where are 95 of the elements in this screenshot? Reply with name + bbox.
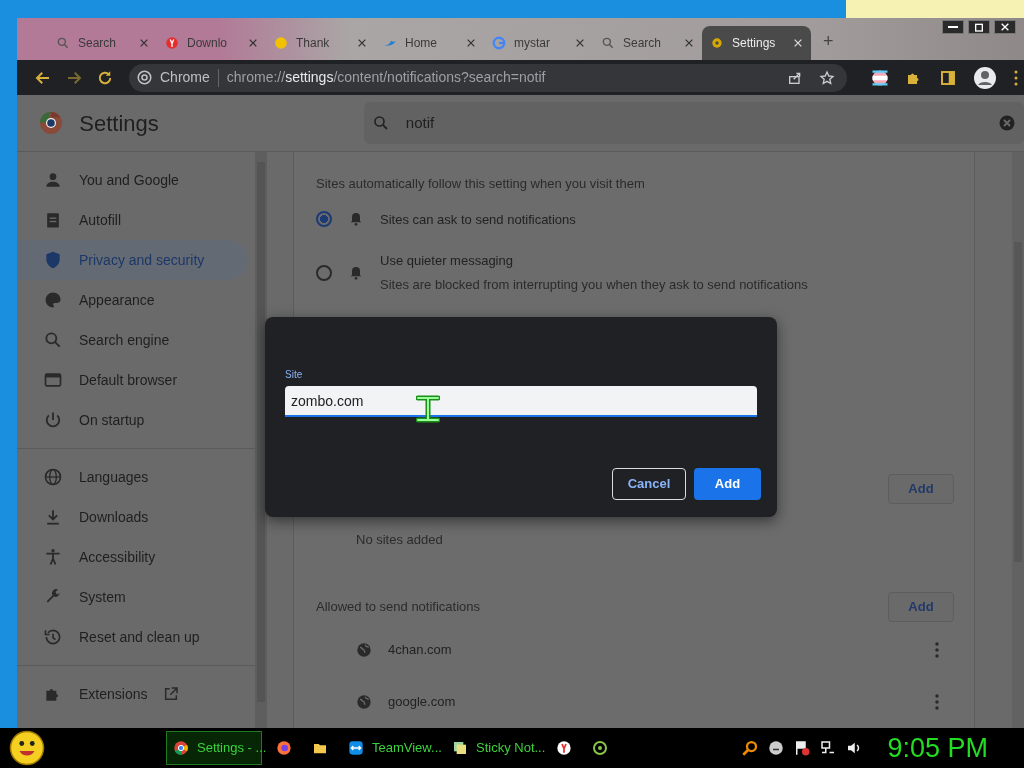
globe-icon xyxy=(356,641,372,658)
profile-icon[interactable] xyxy=(973,65,997,90)
accessibility-icon xyxy=(43,547,63,567)
more-actions-button[interactable] xyxy=(934,640,940,659)
sidebar-item[interactable]: You and Google xyxy=(17,160,248,200)
field-label: Site xyxy=(285,368,304,382)
flag-icon[interactable] xyxy=(871,68,889,87)
search-field[interactable]: notif xyxy=(363,102,1024,144)
clear-icon[interactable] xyxy=(998,114,1016,132)
site-input-field[interactable]: zombo.com xyxy=(285,386,757,417)
close-icon[interactable] xyxy=(248,38,258,48)
search-icon xyxy=(43,330,63,350)
close-icon[interactable] xyxy=(466,38,476,48)
section-description: Sites automatically follow this setting when you visit them xyxy=(316,175,646,193)
add-button[interactable]: Add xyxy=(694,468,761,500)
option-description: Sites are blocked from interrupting you when they ask to send notifications xyxy=(380,275,808,294)
yandex-icon xyxy=(165,36,179,50)
sidebar-item[interactable]: Search engine xyxy=(17,320,248,360)
person-icon xyxy=(43,170,63,190)
sidebar-item[interactable]: Privacy and security xyxy=(17,240,248,280)
option-label: Use quieter messaging xyxy=(380,252,514,270)
browser-tab[interactable]: Home xyxy=(375,26,484,60)
menu-icon[interactable] xyxy=(1013,68,1019,87)
google-icon xyxy=(492,36,506,50)
sidebar-item[interactable]: Languages xyxy=(17,457,248,497)
sidebar-item[interactable]: Autofill xyxy=(17,200,248,240)
history-icon xyxy=(43,627,63,647)
close-icon[interactable] xyxy=(357,38,367,48)
chrome-logo xyxy=(39,111,64,135)
radio-button[interactable] xyxy=(316,264,332,281)
add-button[interactable]: Add xyxy=(888,591,954,622)
new-tab-button[interactable]: + xyxy=(817,26,840,56)
url-text: chrome://settings/content/notifications?search=notif xyxy=(226,68,546,87)
radio-button[interactable] xyxy=(316,211,332,228)
shield-icon xyxy=(43,250,63,270)
address-bar[interactable]: Chrome chrome://settings/content/notifications?search=notif xyxy=(129,63,847,92)
teamviewer-icon xyxy=(348,740,364,756)
scrollbar[interactable] xyxy=(1012,152,1024,728)
notes-icon xyxy=(452,740,468,756)
search-icon xyxy=(371,114,390,132)
window-minimize-button[interactable] xyxy=(942,20,964,34)
more-icon xyxy=(934,640,940,659)
browser-tab[interactable]: Search xyxy=(48,26,157,60)
add-button[interactable]: Add xyxy=(888,474,954,504)
sidebar-item[interactable]: Reset and clean up xyxy=(17,617,248,657)
firefox-icon xyxy=(276,740,292,756)
site-label: Chrome xyxy=(160,68,210,87)
close-icon[interactable] xyxy=(575,38,585,48)
star-icon[interactable] xyxy=(819,69,835,86)
site-name: google.com xyxy=(388,692,456,711)
text-cursor-icon xyxy=(416,395,440,423)
browser-window-icon xyxy=(43,370,63,390)
browser-tab[interactable]: Thank xyxy=(266,26,375,60)
palette-icon xyxy=(43,290,63,310)
bell-icon xyxy=(348,264,364,281)
chrome-icon xyxy=(137,70,152,85)
sidebar-item[interactable]: Accessibility xyxy=(17,537,248,577)
sidebar-item[interactable]: Extensions xyxy=(17,674,248,714)
cancel-button[interactable]: Cancel xyxy=(612,468,686,500)
minimize-icon xyxy=(948,26,958,28)
yandex-icon xyxy=(556,740,572,756)
section-heading: Allowed to send notifications xyxy=(316,597,481,616)
window-close-button[interactable] xyxy=(994,20,1016,34)
sidebar-item[interactable]: Downloads xyxy=(17,497,248,537)
sidebar-item[interactable]: Default browser xyxy=(17,360,248,400)
more-icon xyxy=(934,692,940,711)
gear-icon xyxy=(710,36,724,50)
option-label: Sites can ask to send notifications xyxy=(380,210,576,229)
scrollbar[interactable] xyxy=(255,152,267,728)
flag-icon[interactable] xyxy=(793,739,812,757)
browser-tab[interactable]: mystar xyxy=(484,26,593,60)
power-icon xyxy=(43,410,63,430)
page-title: Settings xyxy=(79,109,159,138)
sidebar-item[interactable]: Appearance xyxy=(17,280,248,320)
window-maximize-button[interactable] xyxy=(968,20,990,34)
close-icon[interactable] xyxy=(684,38,694,48)
site-name: 4chan.com xyxy=(388,640,452,659)
bell-icon xyxy=(348,211,364,228)
browser-tab[interactable]: Downlo xyxy=(157,26,266,60)
globe-icon xyxy=(43,467,63,487)
browser-tab[interactable]: Search xyxy=(593,26,702,60)
globe-icon xyxy=(356,693,372,710)
search-icon xyxy=(56,36,70,50)
clock: 9:05 PM xyxy=(887,731,988,765)
sidebar-item[interactable]: On startup xyxy=(17,400,248,440)
external-link-icon xyxy=(163,686,180,702)
more-actions-button[interactable] xyxy=(934,692,940,711)
side-panel-icon[interactable] xyxy=(939,68,957,87)
empty-message: No sites added xyxy=(356,531,444,549)
sidebar-item[interactable]: System xyxy=(17,577,248,617)
browser-tab[interactable]: Settings xyxy=(702,26,811,60)
close-icon[interactable] xyxy=(139,38,149,48)
search-icon xyxy=(601,36,615,50)
chrome-icon xyxy=(173,740,189,756)
search-icon[interactable] xyxy=(741,739,760,757)
